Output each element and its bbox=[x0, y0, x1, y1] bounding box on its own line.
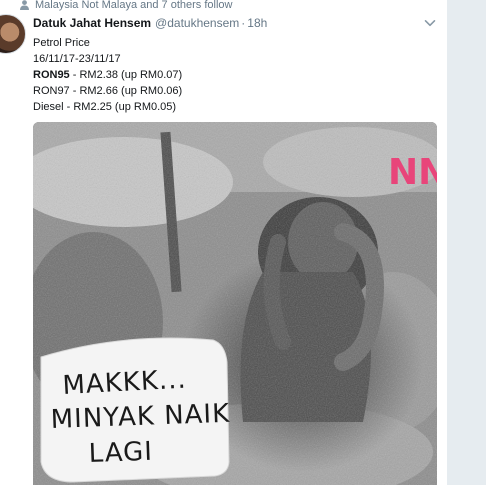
media-image: NN MAKKK... MINYAK NAIK LAGI bbox=[33, 122, 437, 485]
tweet-text: Petrol Price 16/11/17-23/11/17 RON95 - R… bbox=[33, 35, 433, 115]
person-icon bbox=[20, 0, 29, 10]
display-name[interactable]: Datuk Jahat Hensem bbox=[33, 16, 151, 30]
page-gutter bbox=[447, 0, 486, 485]
separator-dot: · bbox=[241, 16, 246, 30]
caption-line-2: MINYAK NAIK bbox=[50, 399, 230, 435]
username[interactable]: @datukhensem bbox=[155, 16, 239, 30]
chevron-down-icon[interactable] bbox=[424, 17, 436, 29]
tweet-media[interactable]: NN MAKKK... MINYAK NAIK LAGI bbox=[33, 122, 437, 485]
tweet-line-diesel: Diesel - RM2.25 (up RM0.05) bbox=[33, 101, 177, 113]
watermark: NN bbox=[388, 152, 437, 193]
tweet-header: Datuk Jahat Hensem @datukhensem · 18h bbox=[33, 16, 267, 32]
caption-line-3: LAGI bbox=[88, 437, 153, 469]
tweet-line-title: Petrol Price bbox=[33, 37, 90, 49]
ron95-value: - RM2.38 (up RM0.07) bbox=[69, 69, 183, 81]
timestamp[interactable]: 18h bbox=[247, 16, 267, 30]
watermark-text: NN bbox=[388, 152, 437, 193]
social-context-text: Malaysia Not Malaya and 7 others follow bbox=[35, 0, 233, 11]
social-context[interactable]: Malaysia Not Malaya and 7 others follow bbox=[20, 0, 232, 13]
tweet-line-ron95: RON95 - RM2.38 (up RM0.07) bbox=[33, 67, 433, 83]
ron95-label: RON95 bbox=[33, 69, 70, 81]
avatar[interactable] bbox=[0, 14, 26, 54]
tweet-line-dates: 16/11/17-23/11/17 bbox=[33, 53, 121, 65]
tweet-line-ron97: RON97 - RM2.66 (up RM0.06) bbox=[33, 85, 183, 97]
